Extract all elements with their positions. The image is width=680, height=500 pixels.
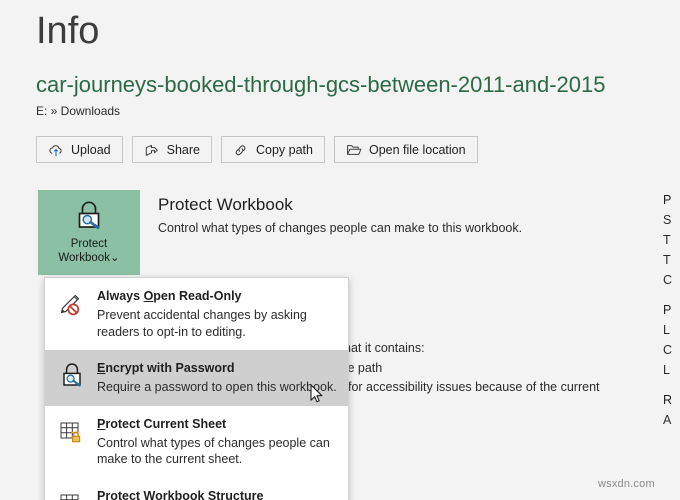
- menu-item-title-post: orkbook Structure: [155, 489, 263, 500]
- lock-magnifier-icon: [57, 360, 87, 390]
- menu-item-text: Protect Workbook Structure Prevent unwan…: [97, 487, 338, 500]
- lock-magnifier-icon: [71, 199, 107, 233]
- menu-item-text: Encrypt with Password Require a password…: [97, 359, 338, 396]
- protect-workbook-tile-label-line1: Protect: [71, 238, 107, 250]
- background-text-line-3: for accessibility issues because of the …: [348, 379, 600, 396]
- menu-item-description: Prevent accidental changes by asking rea…: [97, 307, 338, 340]
- properties-panel: P S T T C P L C L R A: [663, 190, 680, 430]
- link-icon: [233, 142, 249, 158]
- open-file-location-button-label: Open file location: [369, 143, 466, 157]
- copy-path-button[interactable]: Copy path: [221, 136, 325, 163]
- open-folder-icon: [346, 142, 362, 158]
- upload-button-label: Upload: [71, 143, 111, 157]
- menu-item-title-post: pen Read-Only: [153, 289, 241, 303]
- protect-workbook-menu: Always Open Read-Only Prevent accidental…: [44, 277, 349, 500]
- properties-row: C: [663, 340, 680, 360]
- menu-item-protect-current-sheet[interactable]: Protect Current Sheet Control what types…: [45, 406, 348, 478]
- protect-workbook-description: Control what types of changes people can…: [158, 220, 522, 237]
- upload-button[interactable]: Upload: [36, 136, 123, 163]
- info-backstage-page: Info car-journeys-booked-through-gcs-bet…: [0, 0, 680, 500]
- open-file-location-button[interactable]: Open file location: [334, 136, 478, 163]
- menu-item-text: Always Open Read-Only Prevent accidental…: [97, 287, 338, 340]
- mouse-cursor: [310, 384, 324, 404]
- watermark: wsxdn.com: [598, 478, 655, 490]
- copy-path-button-label: Copy path: [256, 143, 313, 157]
- menu-item-protect-workbook-structure[interactable]: Protect Workbook Structure Prevent unwan…: [45, 478, 348, 500]
- menu-item-title: Protect Workbook Structure: [97, 489, 263, 500]
- menu-item-description: Control what types of changes people can…: [97, 435, 338, 468]
- menu-item-encrypt-with-password[interactable]: Encrypt with Password Require a password…: [45, 350, 348, 406]
- menu-item-title-post: rotect Current Sheet: [105, 417, 226, 431]
- properties-row: P: [663, 190, 680, 210]
- properties-row: S: [663, 210, 680, 230]
- protect-workbook-tile[interactable]: Protect Workbook⌄: [38, 190, 140, 275]
- properties-row: P: [663, 300, 680, 320]
- share-button[interactable]: Share: [132, 136, 212, 163]
- share-icon: [144, 142, 160, 158]
- menu-item-text: Protect Current Sheet Control what types…: [97, 415, 338, 468]
- protect-workbook-heading: Protect Workbook: [158, 193, 293, 216]
- menu-item-title-pre: Always: [97, 289, 144, 303]
- menu-item-title: Encrypt with Password: [97, 361, 235, 375]
- menu-item-title-pre: Protect: [97, 489, 144, 500]
- properties-spacer: [663, 290, 680, 300]
- menu-item-title-post: ncrypt with Password: [105, 361, 234, 375]
- document-name: car-journeys-booked-through-gcs-between-…: [36, 71, 606, 99]
- protect-workbook-tile-label: Protect Workbook⌄: [58, 237, 119, 265]
- menu-item-title: Protect Current Sheet: [97, 417, 226, 431]
- document-path: E: » Downloads: [36, 103, 120, 119]
- chevron-down-icon: ⌄: [110, 252, 120, 264]
- file-command-bar: Upload Share Copy path: [36, 136, 478, 163]
- properties-row: R: [663, 390, 680, 410]
- properties-row: L: [663, 320, 680, 340]
- menu-item-title: Always Open Read-Only: [97, 289, 242, 303]
- protect-workbook-tile-label-line2: Workbook: [58, 252, 110, 264]
- properties-row: A: [663, 410, 680, 430]
- background-text-line-1: hat it contains:: [344, 340, 425, 357]
- cloud-upload-icon: [48, 142, 64, 158]
- menu-item-accesskey: W: [144, 489, 156, 500]
- sheet-lock-icon: [57, 488, 87, 500]
- properties-row: T: [663, 250, 680, 270]
- properties-spacer: [663, 380, 680, 390]
- menu-item-accesskey: O: [144, 289, 154, 303]
- properties-row: C: [663, 270, 680, 290]
- background-text-line-2: te path: [344, 360, 382, 377]
- properties-row: T: [663, 230, 680, 250]
- page-title: Info: [36, 8, 99, 54]
- share-button-label: Share: [167, 143, 200, 157]
- menu-item-always-open-read-only[interactable]: Always Open Read-Only Prevent accidental…: [45, 278, 348, 350]
- pencil-blocked-icon: [57, 288, 87, 318]
- properties-row: L: [663, 360, 680, 380]
- menu-item-description: Require a password to open this workbook…: [97, 379, 338, 396]
- sheet-lock-icon: [57, 416, 87, 446]
